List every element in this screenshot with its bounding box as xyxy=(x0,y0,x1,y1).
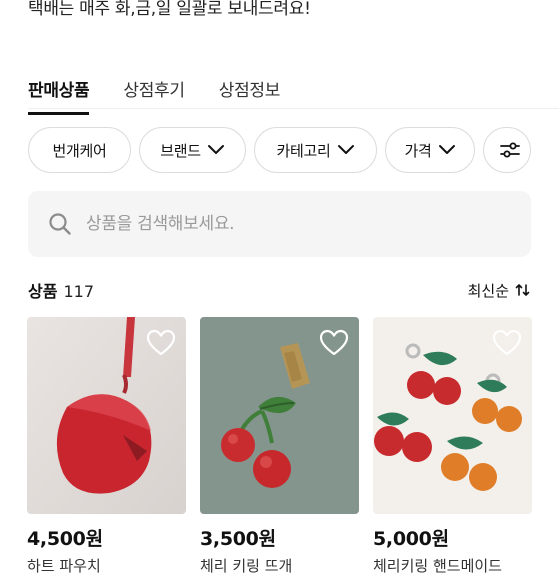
filter-category-label: 카테고리 xyxy=(276,141,331,160)
filter-chips: 번개케어 브랜드 카테고리 가격 xyxy=(28,127,539,173)
product-count-label: 상품 xyxy=(28,282,58,301)
search-input[interactable] xyxy=(84,213,488,235)
sort-arrows-icon xyxy=(515,284,530,296)
filter-brand[interactable]: 브랜드 xyxy=(139,127,246,173)
product-image[interactable] xyxy=(373,317,532,514)
product-image[interactable] xyxy=(200,317,359,514)
product-price: 4,500원 xyxy=(27,528,103,550)
products-header: 상품 117 최신순 xyxy=(28,278,531,302)
chevron-down-icon xyxy=(438,145,455,154)
filter-brand-label: 브랜드 xyxy=(160,141,201,160)
product-card[interactable]: 5,000원 체리키링 핸드메이드 xyxy=(373,317,532,576)
search-icon xyxy=(49,213,71,235)
product-name[interactable]: 하트 파우치 xyxy=(27,555,186,576)
product-price: 3,500원 xyxy=(200,528,276,550)
product-image[interactable] xyxy=(27,317,186,514)
filter-settings-button[interactable] xyxy=(483,127,531,173)
heart-icon[interactable] xyxy=(146,329,176,357)
heart-icon[interactable] xyxy=(492,329,522,357)
filter-category[interactable]: 카테고리 xyxy=(254,127,377,173)
product-card[interactable]: 4,500원 하트 파우치 xyxy=(27,317,186,576)
heart-icon[interactable] xyxy=(319,329,349,357)
filter-price[interactable]: 가격 xyxy=(385,127,475,173)
product-count: 상품 117 xyxy=(28,278,94,302)
sort-label: 최신순 xyxy=(467,281,509,300)
product-name[interactable]: 체리 키링 뜨개 xyxy=(200,555,359,576)
product-price: 5,000원 xyxy=(373,528,449,550)
filter-bungae-care[interactable]: 번개케어 xyxy=(28,127,131,173)
product-card[interactable]: 3,500원 체리 키링 뜨개 xyxy=(200,317,359,576)
sliders-icon xyxy=(500,142,520,158)
product-grid: 4,500원 하트 파우치 3,500원 체리 키링 뜨개 5,000원 체리키… xyxy=(27,317,546,576)
shop-notice: 택배는 매주 화,금,일 일괄로 보내드려요! xyxy=(28,0,311,19)
chevron-down-icon xyxy=(207,145,224,154)
sort-button[interactable]: 최신순 xyxy=(468,280,531,301)
tabs-divider xyxy=(28,108,559,109)
product-search-bar[interactable] xyxy=(28,191,531,257)
chevron-down-icon xyxy=(337,145,354,154)
product-count-value: 117 xyxy=(63,282,94,301)
product-name[interactable]: 체리키링 핸드메이드 xyxy=(373,555,532,576)
filter-bungae-care-label: 번개케어 xyxy=(52,141,107,160)
filter-price-label: 가격 xyxy=(404,141,432,160)
